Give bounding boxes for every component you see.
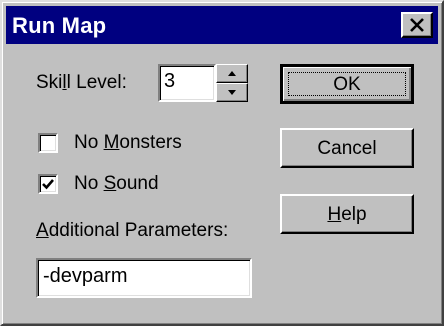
title-bar[interactable]: Run Map [6, 6, 438, 44]
arrow-down-icon [228, 90, 236, 95]
no-sound-label[interactable]: No Sound [74, 173, 159, 195]
arrow-up-icon [228, 71, 236, 76]
no-sound-checkbox[interactable] [38, 174, 58, 194]
window-title: Run Map [12, 13, 107, 38]
run-map-dialog: Run Map Skill Level: 3 No Monsters No So… [0, 0, 444, 326]
help-button[interactable]: Help [280, 194, 414, 234]
checkmark-icon [42, 179, 54, 190]
cancel-button-label: Cancel [317, 138, 377, 159]
skill-level-label: Skill Level: [36, 72, 127, 93]
help-button-label: Help [327, 204, 367, 225]
skill-level-spinner[interactable] [216, 64, 248, 102]
ok-button[interactable]: OK [280, 64, 414, 104]
close-button[interactable] [401, 12, 433, 38]
spinner-down-button[interactable] [216, 83, 248, 102]
spinner-up-button[interactable] [216, 64, 248, 83]
additional-parameters-label: Additional Parameters: [36, 220, 229, 241]
ok-button-label: OK [333, 74, 361, 95]
close-icon [410, 18, 424, 32]
cancel-button[interactable]: Cancel [280, 128, 414, 168]
additional-parameters-input[interactable]: -devparm [36, 258, 252, 298]
no-monsters-checkbox[interactable] [38, 133, 58, 153]
no-monsters-label[interactable]: No Monsters [74, 132, 182, 154]
skill-level-input[interactable]: 3 [158, 64, 216, 102]
